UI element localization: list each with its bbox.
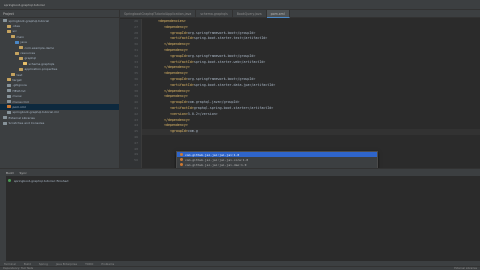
- status-bar: Dependency: Tool Tests External Librarie…: [0, 266, 480, 270]
- file-icon: [3, 19, 7, 23]
- tree-item[interactable]: Scratches and Consoles: [0, 120, 119, 125]
- file-icon: [3, 121, 7, 125]
- tool-build[interactable]: Build: [20, 262, 35, 266]
- success-icon: [8, 179, 11, 182]
- build-panel-header: Build Sync: [0, 169, 480, 176]
- title-bar: springboot-graphql-tutorial: [0, 0, 480, 10]
- project-tool-window: Project springboot-graphql-tutorial .idea…: [0, 10, 120, 168]
- file-icon: [7, 83, 11, 87]
- project-panel-header[interactable]: Project: [0, 10, 119, 18]
- tool-java-enterprise[interactable]: Java Enterprise: [52, 262, 81, 266]
- file-icon: [15, 51, 19, 55]
- file-icon: [7, 94, 11, 98]
- editor-gutter: 26 27 28 29 30 31 32 33 34 35 36 37 38 39 40 41 42 43 44 45…: [120, 19, 142, 168]
- file-icon: [7, 89, 11, 93]
- tool-todo[interactable]: TODO: [81, 262, 97, 266]
- maven-artifact-icon: [180, 163, 183, 166]
- code-line: <groupId>com.g: [142, 129, 480, 135]
- file-icon: [3, 116, 7, 120]
- tab-schema-graphqls[interactable]: schema.graphqls: [196, 10, 233, 18]
- tab-sync[interactable]: Sync: [17, 171, 30, 175]
- window-title: springboot-graphql-tutorial: [4, 3, 45, 7]
- tool-problems[interactable]: Problems: [97, 262, 118, 266]
- file-icon: [15, 40, 19, 44]
- tab-build[interactable]: Build: [3, 171, 17, 175]
- tool-terminal[interactable]: Terminal: [0, 262, 20, 266]
- file-icon: [7, 24, 11, 28]
- file-icon: [7, 100, 11, 104]
- file-icon: [19, 67, 23, 71]
- file-icon: [7, 105, 11, 109]
- file-icon: [7, 78, 11, 82]
- file-icon: [11, 35, 15, 39]
- file-icon: [19, 56, 23, 60]
- tab-application-java[interactable]: SpringbootGraphqlTutorialApplication.jav…: [120, 10, 197, 18]
- build-panel-toolbar: [0, 176, 6, 262]
- code-editor[interactable]: <dependencies> <dependency> <groupId>org.s…: [142, 19, 480, 168]
- project-tree: springboot-graphql-tutorial .idea src main j…: [0, 18, 119, 126]
- line-number: 50: [134, 158, 138, 163]
- maven-artifact-icon: [180, 158, 183, 161]
- build-output-row: springboot-graphql-tutorial: finished: [8, 179, 68, 183]
- file-icon: [11, 73, 15, 77]
- build-tool-window: Build Sync springboot-graphql-tutorial: …: [0, 168, 480, 262]
- file-icon: [23, 62, 27, 66]
- maven-artifact-icon: [180, 153, 183, 156]
- tab-pom-xml[interactable]: pom.xml: [266, 10, 290, 18]
- tool-spring[interactable]: Spring: [35, 262, 52, 266]
- tab-bookquery-java[interactable]: BookQuery.java: [233, 10, 267, 18]
- editor-tab-strip: SpringbootGraphqlTutorialApplication.jav…: [120, 10, 480, 18]
- file-icon: [19, 46, 23, 50]
- file-icon: [7, 29, 11, 33]
- file-icon: [7, 110, 11, 114]
